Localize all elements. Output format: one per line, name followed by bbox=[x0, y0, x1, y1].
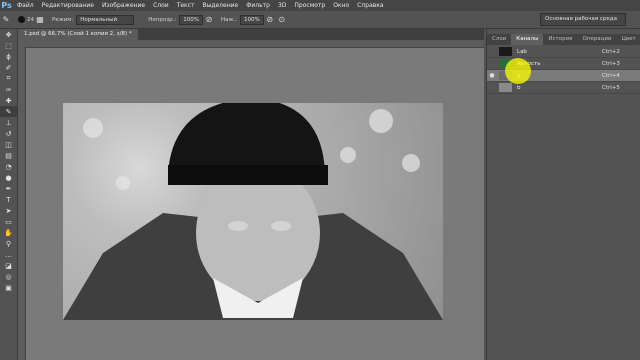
mode-select[interactable]: Нормальный bbox=[76, 14, 135, 25]
pressure-size-icon[interactable]: ⊙ bbox=[276, 14, 288, 26]
menu-text[interactable]: Текст bbox=[173, 0, 199, 11]
history-brush-icon[interactable]: ↺ bbox=[0, 128, 17, 139]
brush-size: 24 bbox=[27, 16, 34, 23]
zoom-icon[interactable]: ⚲ bbox=[0, 238, 17, 249]
mode-label: Режим: bbox=[52, 16, 74, 23]
horizontal-ruler bbox=[18, 40, 484, 48]
workspace-select[interactable]: Основная рабочая среда bbox=[540, 13, 626, 26]
flow-option: Наж.: 100% bbox=[220, 14, 264, 25]
menu-window[interactable]: Окно bbox=[329, 0, 353, 11]
menu-view[interactable]: Просмотр bbox=[290, 0, 329, 11]
menu-edit[interactable]: Редактирование bbox=[38, 0, 98, 11]
gradient-icon[interactable]: ▤ bbox=[0, 150, 17, 161]
eyedropper-icon[interactable]: ✑ bbox=[0, 84, 17, 95]
tab-layers[interactable]: Слои bbox=[487, 34, 511, 45]
blur-icon[interactable]: ◔ bbox=[0, 161, 17, 172]
tab-color[interactable]: Цвет bbox=[617, 34, 640, 45]
photoshop-logo: Ps bbox=[1, 1, 12, 10]
clone-stamp-icon[interactable]: ⊥ bbox=[0, 117, 17, 128]
opacity-label: Непрозр.: bbox=[148, 16, 177, 23]
channel-thumbnail bbox=[499, 47, 512, 56]
dodge-icon[interactable]: ● bbox=[0, 172, 17, 183]
channel-shortcut: Ctrl+2 bbox=[602, 48, 620, 55]
document-tab-strip: 1.psd @ 66,7% (Слой 1 копия 2, з/8) * bbox=[18, 29, 484, 40]
eye-icon[interactable]: ● bbox=[487, 72, 497, 79]
mode-option: Режим: Нормальный bbox=[52, 14, 135, 25]
menu-help[interactable]: Справка bbox=[353, 0, 387, 11]
brush-tool-icon[interactable]: ✎ bbox=[0, 14, 12, 26]
eraser-icon[interactable]: ◫ bbox=[0, 139, 17, 150]
menu-file[interactable]: Файл bbox=[13, 0, 38, 11]
quick-select-icon[interactable]: ✐ bbox=[0, 62, 17, 73]
channel-name: b bbox=[517, 84, 521, 91]
vertical-ruler bbox=[18, 47, 26, 360]
tab-history[interactable]: История bbox=[543, 34, 577, 45]
path-select-icon[interactable]: ➤ bbox=[0, 205, 17, 216]
channel-thumbnail bbox=[499, 83, 512, 92]
menu-bar: Ps Файл Редактирование Изображение Слои … bbox=[0, 0, 640, 11]
airbrush-icon[interactable]: ⊘ bbox=[264, 14, 276, 26]
opacity-option: Непрозр.: 100% bbox=[148, 14, 203, 25]
quick-mask-icon[interactable]: ◎ bbox=[0, 271, 17, 282]
type-icon[interactable]: T bbox=[0, 194, 17, 205]
document-tab[interactable]: 1.psd @ 66,7% (Слой 1 копия 2, з/8) * bbox=[18, 29, 138, 40]
channel-shortcut: Ctrl+3 bbox=[602, 60, 620, 67]
menu-layers[interactable]: Слои bbox=[149, 0, 173, 11]
more-tools-icon[interactable]: … bbox=[0, 249, 17, 260]
document-image[interactable] bbox=[63, 103, 443, 320]
menu-filter[interactable]: Фильтр bbox=[242, 0, 274, 11]
flow-label: Наж.: bbox=[220, 16, 238, 23]
cursor-highlight bbox=[505, 58, 531, 84]
brush-panel-icon[interactable]: ▦ bbox=[34, 14, 46, 26]
menu-select[interactable]: Выделение bbox=[198, 0, 242, 11]
shape-icon[interactable]: ▭ bbox=[0, 216, 17, 227]
lasso-tool-icon[interactable]: ϕ bbox=[0, 51, 17, 62]
options-bar: ✎ 24 ▦ Режим: Нормальный Непрозр.: 100% … bbox=[0, 11, 640, 29]
move-tool-icon[interactable]: ✥ bbox=[0, 29, 17, 40]
screen-mode-icon[interactable]: ▣ bbox=[0, 282, 17, 293]
opacity-field[interactable]: 100% bbox=[179, 14, 203, 25]
brush-preset[interactable]: 24 bbox=[18, 16, 34, 23]
flow-field[interactable]: 100% bbox=[240, 14, 264, 25]
foreground-background-icon[interactable]: ◪ bbox=[0, 260, 17, 271]
channel-name: Lab bbox=[517, 48, 527, 55]
brush-tool-icon-active[interactable]: ✎ bbox=[0, 106, 17, 117]
panel-tabs: Слои Каналы История Операции Цвет bbox=[487, 34, 640, 45]
child-photo-illustration bbox=[63, 103, 443, 320]
channel-row-lab[interactable]: Lab Ctrl+2 bbox=[487, 46, 640, 58]
tools-panel: ✥ ⬚ ϕ ✐ ⌗ ✑ ✚ ✎ ⊥ ↺ ◫ ▤ ◔ ● ✒ T ➤ ▭ ✋ ⚲ … bbox=[0, 29, 18, 360]
marquee-tool-icon[interactable]: ⬚ bbox=[0, 40, 17, 51]
menu-3d[interactable]: 3D bbox=[274, 0, 290, 11]
channel-row-b[interactable]: b Ctrl+5 bbox=[487, 82, 640, 94]
pen-icon[interactable]: ✒ bbox=[0, 183, 17, 194]
tab-channels[interactable]: Каналы bbox=[511, 34, 544, 45]
crop-tool-icon[interactable]: ⌗ bbox=[0, 73, 17, 84]
healing-brush-icon[interactable]: ✚ bbox=[0, 95, 17, 106]
menu-image[interactable]: Изображение bbox=[98, 0, 149, 11]
brush-dot-icon bbox=[18, 16, 25, 23]
channel-shortcut: Ctrl+4 bbox=[602, 72, 620, 79]
channel-shortcut: Ctrl+5 bbox=[602, 84, 620, 91]
tab-actions[interactable]: Операции bbox=[578, 34, 617, 45]
pressure-opacity-icon[interactable]: ⊘ bbox=[203, 14, 215, 26]
hand-icon[interactable]: ✋ bbox=[0, 227, 17, 238]
